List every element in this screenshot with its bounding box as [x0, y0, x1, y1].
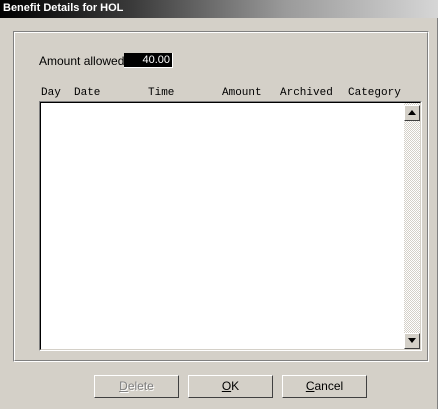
column-header-amount: Amount: [222, 87, 262, 99]
ok-button[interactable]: OK: [188, 375, 273, 398]
column-header-time: Time: [148, 87, 175, 99]
column-header-date: Date: [74, 87, 101, 99]
triangle-down-icon: [408, 338, 416, 343]
amount-allowed-label: Amount allowed: [39, 54, 125, 68]
cancel-button[interactable]: Cancel: [282, 375, 367, 398]
amount-allowed-field[interactable]: 40.00: [124, 53, 173, 68]
list-column-headers: Day Date Time Amount Archived Category: [41, 87, 421, 101]
list-vertical-scrollbar[interactable]: [404, 103, 420, 349]
column-header-category: Category: [348, 87, 401, 99]
benefit-entries-list[interactable]: [39, 101, 422, 351]
title-bar[interactable]: Benefit Details for HOL: [0, 0, 438, 18]
column-header-archived: Archived: [280, 87, 333, 99]
scroll-down-button[interactable]: [404, 333, 420, 349]
benefit-details-dialog: Benefit Details for HOL Amount allowed 4…: [0, 0, 438, 409]
triangle-up-icon: [408, 110, 416, 115]
scroll-up-button[interactable]: [404, 105, 420, 121]
window-title: Benefit Details for HOL: [3, 2, 124, 14]
column-header-day: Day: [41, 87, 61, 99]
delete-button[interactable]: Delete: [94, 375, 179, 398]
